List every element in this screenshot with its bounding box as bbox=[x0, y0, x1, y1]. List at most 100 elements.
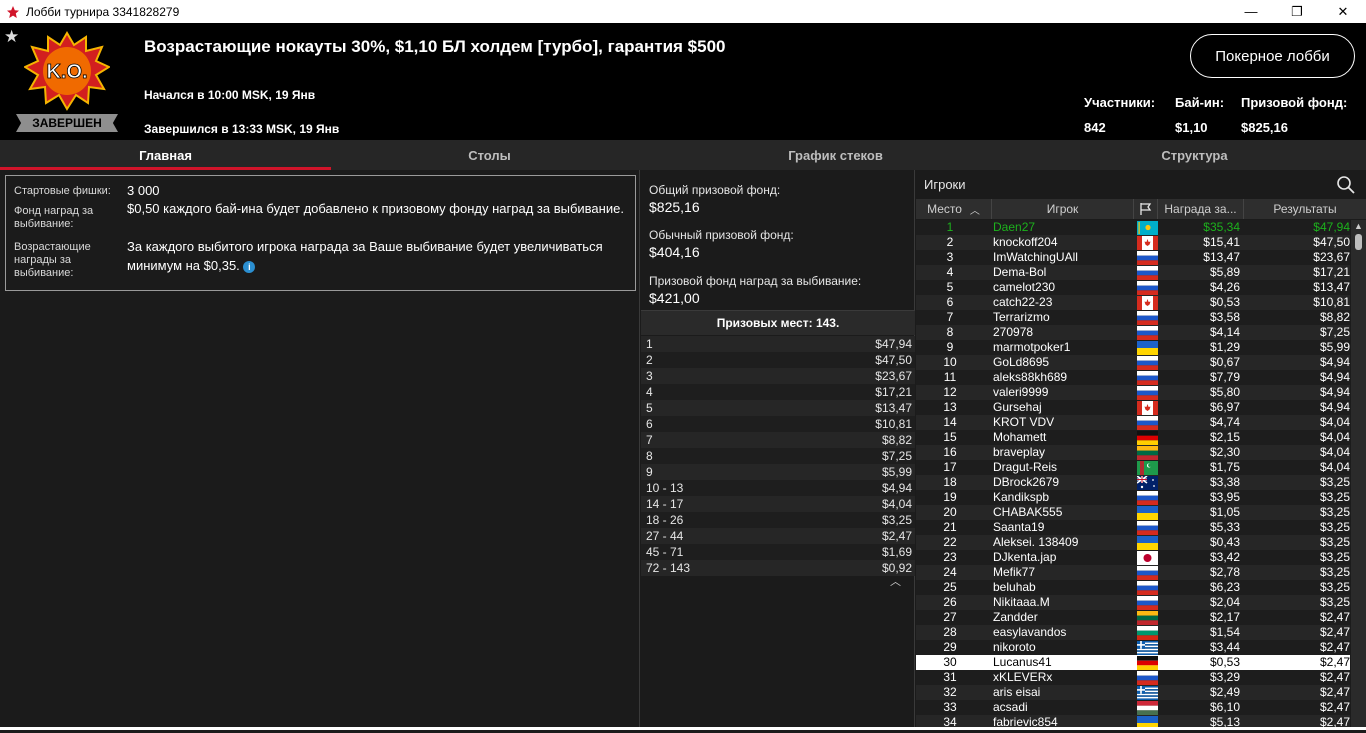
player-row[interactable]: 18 DBrock2679 $3,38 $3,25 bbox=[916, 475, 1350, 490]
player-row[interactable]: 16 braveplay $2,30 $4,04 bbox=[916, 445, 1350, 460]
collapse-chevron-icon[interactable]: ︿ bbox=[890, 573, 901, 589]
col-place-header[interactable]: Место ︿ bbox=[916, 199, 992, 219]
prize-place: 10 - 13 bbox=[646, 481, 684, 495]
player-row[interactable]: 2 knockoff204 $15,41 $47,50 bbox=[916, 235, 1350, 250]
player-row[interactable]: 17 Dragut-Reis $1,75 $4,04 bbox=[916, 460, 1350, 475]
minimize-button[interactable]: — bbox=[1228, 0, 1274, 23]
col-result-header[interactable]: Результаты bbox=[1244, 199, 1366, 219]
player-bounty: $6,97 bbox=[1209, 400, 1240, 414]
country-flag-icon bbox=[1137, 326, 1158, 340]
player-result: $7,25 bbox=[1319, 325, 1350, 339]
player-place: 4 bbox=[946, 265, 954, 279]
player-place: 15 bbox=[943, 430, 957, 444]
player-row[interactable]: 27 Zandder $2,17 $2,47 bbox=[916, 610, 1350, 625]
player-result: $8,82 bbox=[1319, 310, 1350, 324]
close-button[interactable]: ✕ bbox=[1320, 0, 1366, 23]
player-row[interactable]: 21 Saanta19 $5,33 $3,25 bbox=[916, 520, 1350, 535]
player-name: Nikitaaa.M bbox=[993, 595, 1050, 609]
col-flag-header[interactable] bbox=[1134, 199, 1158, 219]
player-name: beluhab bbox=[993, 580, 1036, 594]
tab-tables[interactable]: Столы bbox=[331, 140, 648, 170]
favorite-star-icon[interactable]: ★ bbox=[4, 27, 19, 47]
regular-pool-label: Обычный призовой фонд: bbox=[649, 228, 794, 242]
player-place: 32 bbox=[943, 685, 957, 699]
player-result: $4,04 bbox=[1319, 430, 1350, 444]
tab-structure[interactable]: Структура bbox=[1023, 140, 1366, 170]
player-row[interactable]: 14 KROT VDV $4,74 $4,04 bbox=[916, 415, 1350, 430]
country-flag-icon bbox=[1137, 671, 1158, 685]
player-row[interactable]: 5 camelot230 $4,26 $13,47 bbox=[916, 280, 1350, 295]
player-result: $4,04 bbox=[1319, 445, 1350, 459]
player-row[interactable]: 9 marmotpoker1 $1,29 $5,99 bbox=[916, 340, 1350, 355]
tab-main[interactable]: Главная bbox=[0, 140, 331, 170]
status-badge: ЗАВЕРШЕН bbox=[16, 114, 118, 132]
player-bounty: $1,29 bbox=[1209, 340, 1240, 354]
poker-lobby-button[interactable]: Покерное лобби bbox=[1190, 34, 1355, 78]
player-name: Mefik77 bbox=[993, 565, 1036, 579]
prizepool-label: Призовой фонд: bbox=[1241, 95, 1348, 110]
player-bounty: $5,89 bbox=[1209, 265, 1240, 279]
info-icon[interactable]: i bbox=[243, 260, 256, 273]
player-result: $10,81 bbox=[1313, 295, 1350, 309]
player-name: Aleksei. 138409 bbox=[993, 535, 1079, 549]
scroll-up-icon[interactable]: ▲ bbox=[1354, 221, 1363, 231]
player-row[interactable]: 31 xKLEVERx $3,29 $2,47 bbox=[916, 670, 1350, 685]
player-place: 31 bbox=[943, 670, 957, 684]
player-place: 6 bbox=[946, 295, 954, 309]
country-flag-icon bbox=[1137, 386, 1158, 400]
player-row[interactable]: 15 Mohamett $2,15 $4,04 bbox=[916, 430, 1350, 445]
player-row[interactable]: 12 valeri9999 $5,80 $4,94 bbox=[916, 385, 1350, 400]
search-icon[interactable] bbox=[1336, 175, 1356, 195]
player-bounty: $2,78 bbox=[1209, 565, 1240, 579]
country-flag-icon bbox=[1137, 686, 1158, 700]
player-row[interactable]: 13 Gursehaj $6,97 $4,94 bbox=[916, 400, 1350, 415]
prize-amount: $5,99 bbox=[881, 465, 912, 479]
players-scrollbar[interactable]: ▲ bbox=[1351, 220, 1366, 730]
player-row[interactable]: 23 DJkenta.jap $3,42 $3,25 bbox=[916, 550, 1350, 565]
player-name: catch22-23 bbox=[993, 295, 1053, 309]
player-row[interactable]: 7 Terrarizmo $3,58 $8,82 bbox=[916, 310, 1350, 325]
player-row[interactable]: 22 Aleksei. 138409 $0,43 $3,25 bbox=[916, 535, 1350, 550]
player-row[interactable]: 1 Daen27 $35,34 $47,94 bbox=[916, 220, 1350, 235]
player-row[interactable]: 29 nikoroto $3,44 $2,47 bbox=[916, 640, 1350, 655]
player-place: 21 bbox=[943, 520, 957, 534]
bounty-pool-label: Призовой фонд наград за выбивание: bbox=[649, 274, 862, 288]
player-bounty: $2,30 bbox=[1209, 445, 1240, 459]
player-place: 9 bbox=[946, 340, 954, 354]
player-row[interactable]: 10 GoLd8695 $0,67 $4,94 bbox=[916, 355, 1350, 370]
prize-amount: $13,47 bbox=[875, 401, 912, 415]
player-result: $4,94 bbox=[1319, 370, 1350, 384]
player-row[interactable]: 6 catch22-23 $0,53 $10,81 bbox=[916, 295, 1350, 310]
players-table-header: Место ︿ Игрок Награда за... Результаты bbox=[916, 199, 1366, 219]
col-bounty-header[interactable]: Награда за... bbox=[1158, 199, 1244, 219]
restore-button[interactable]: ❐ bbox=[1274, 0, 1320, 23]
player-row[interactable]: 19 Kandikspb $3,95 $3,25 bbox=[916, 490, 1350, 505]
player-row[interactable]: 24 Mefik77 $2,78 $3,25 bbox=[916, 565, 1350, 580]
prize-row: 27 - 44 $2,47 bbox=[641, 528, 915, 544]
window-titlebar: Лобби турнира 3341828279 — ❐ ✕ bbox=[0, 0, 1366, 23]
player-bounty: $2,04 bbox=[1209, 595, 1240, 609]
prize-place: 18 - 26 bbox=[646, 513, 684, 527]
player-row[interactable]: 8 270978 $4,14 $7,25 bbox=[916, 325, 1350, 340]
country-flag-icon bbox=[1137, 221, 1158, 235]
player-name: easylavandos bbox=[993, 625, 1067, 639]
player-row[interactable]: 20 CHABAK555 $1,05 $3,25 bbox=[916, 505, 1350, 520]
player-row[interactable]: 33 acsadi $6,10 $2,47 bbox=[916, 700, 1350, 715]
player-name: ImWatchingUAll bbox=[993, 250, 1078, 264]
player-row[interactable]: 30 Lucanus41 $0,53 $2,47 bbox=[916, 655, 1350, 670]
player-bounty: $3,38 bbox=[1209, 475, 1240, 489]
player-row[interactable]: 4 Dema-Bol $5,89 $17,21 bbox=[916, 265, 1350, 280]
scroll-thumb[interactable] bbox=[1355, 234, 1362, 250]
col-player-header[interactable]: Игрок bbox=[992, 199, 1134, 219]
player-row[interactable]: 25 beluhab $6,23 $3,25 bbox=[916, 580, 1350, 595]
tab-stack-chart[interactable]: График стеков bbox=[648, 140, 1023, 170]
player-place: 10 bbox=[943, 355, 957, 369]
player-row[interactable]: 26 Nikitaaa.M $2,04 $3,25 bbox=[916, 595, 1350, 610]
player-place: 8 bbox=[946, 325, 954, 339]
player-name: Gursehaj bbox=[993, 400, 1042, 414]
player-row[interactable]: 28 easylavandos $1,54 $2,47 bbox=[916, 625, 1350, 640]
player-row[interactable]: 3 ImWatchingUAll $13,47 $23,67 bbox=[916, 250, 1350, 265]
player-row[interactable]: 32 aris eisai $2,49 $2,47 bbox=[916, 685, 1350, 700]
prize-row: 18 - 26 $3,25 bbox=[641, 512, 915, 528]
player-row[interactable]: 11 aleks88kh689 $7,79 $4,94 bbox=[916, 370, 1350, 385]
